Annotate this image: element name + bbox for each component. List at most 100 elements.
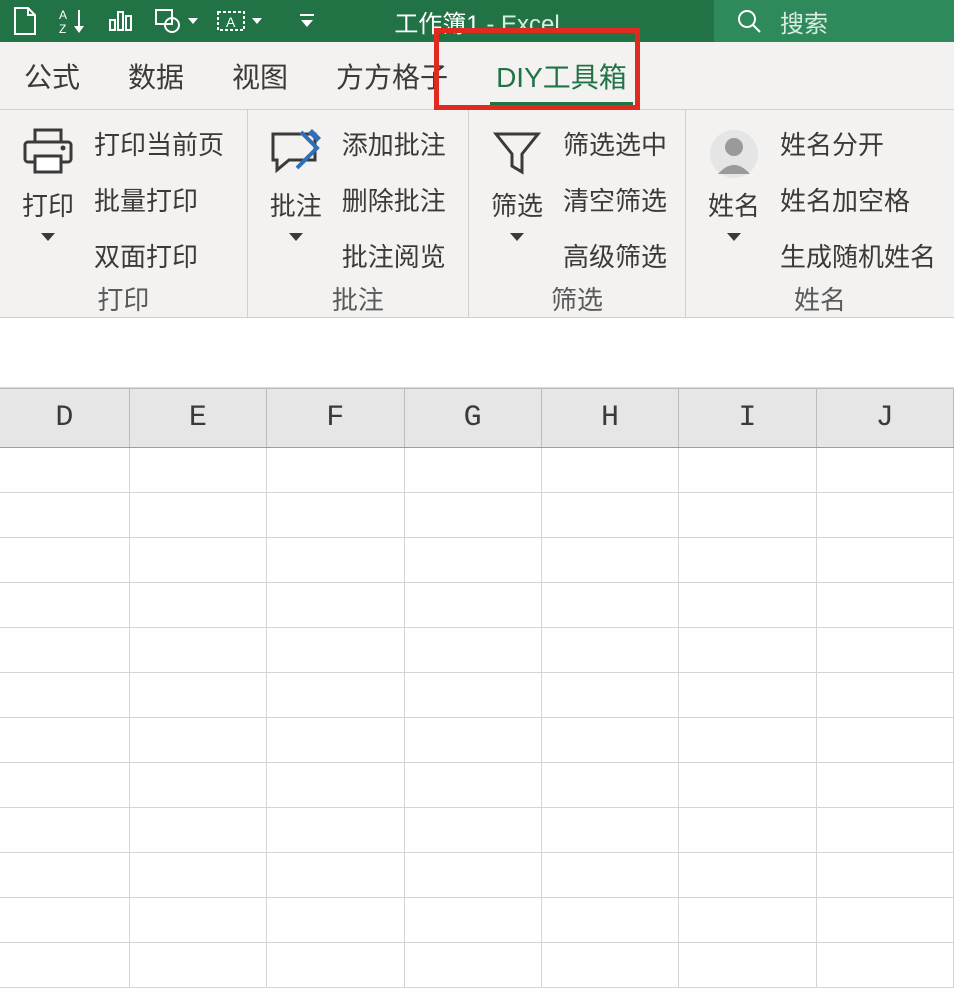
shape-dropdown[interactable] (154, 8, 198, 34)
cell[interactable] (0, 808, 130, 852)
search-input[interactable]: 搜索 (714, 0, 954, 42)
col-header-f[interactable]: F (267, 389, 404, 447)
review-comments[interactable]: 批注阅览 (342, 234, 446, 280)
cell[interactable] (817, 808, 954, 852)
cell[interactable] (0, 763, 130, 807)
cell[interactable] (679, 853, 816, 897)
cell[interactable] (542, 718, 679, 762)
cell[interactable] (679, 448, 816, 492)
cell[interactable] (267, 808, 404, 852)
cell[interactable] (542, 493, 679, 537)
cell[interactable] (542, 808, 679, 852)
name-add-space[interactable]: 姓名加空格 (780, 178, 936, 224)
cell[interactable] (817, 673, 954, 717)
cell[interactable] (542, 853, 679, 897)
tab-view[interactable]: 视图 (208, 42, 312, 109)
cell[interactable] (267, 448, 404, 492)
cell[interactable] (130, 808, 267, 852)
cell[interactable] (267, 853, 404, 897)
cell[interactable] (267, 763, 404, 807)
cell[interactable] (679, 583, 816, 627)
cell[interactable] (0, 493, 130, 537)
cell[interactable] (267, 583, 404, 627)
cell[interactable] (130, 493, 267, 537)
col-header-g[interactable]: G (405, 389, 542, 447)
cell[interactable] (817, 583, 954, 627)
customize-qat-icon[interactable] (292, 6, 322, 36)
cell[interactable] (817, 538, 954, 582)
batch-print[interactable]: 批量打印 (94, 178, 224, 224)
cell[interactable] (130, 538, 267, 582)
print-button[interactable]: 打印 (8, 120, 88, 241)
cell[interactable] (679, 763, 816, 807)
advanced-filter[interactable]: 高级筛选 (563, 234, 667, 280)
comment-button[interactable]: 批注 (256, 120, 336, 241)
cell[interactable] (0, 718, 130, 762)
cell[interactable] (130, 673, 267, 717)
cell[interactable] (267, 493, 404, 537)
cell[interactable] (405, 808, 542, 852)
cell[interactable] (542, 763, 679, 807)
cell[interactable] (679, 718, 816, 762)
generate-random-name[interactable]: 生成随机姓名 (780, 234, 936, 280)
cell[interactable] (405, 538, 542, 582)
col-header-j[interactable]: J (817, 389, 954, 447)
name-button[interactable]: 姓名 (694, 120, 774, 241)
cell[interactable] (405, 718, 542, 762)
cell[interactable] (405, 853, 542, 897)
cell[interactable] (542, 673, 679, 717)
cell[interactable] (130, 853, 267, 897)
cell[interactable] (405, 673, 542, 717)
cell[interactable] (0, 673, 130, 717)
cell[interactable] (679, 628, 816, 672)
tab-formulas[interactable]: 公式 (0, 42, 104, 109)
cell[interactable] (267, 538, 404, 582)
cell[interactable] (817, 763, 954, 807)
tab-diy-toolbox[interactable]: DIY工具箱 (472, 42, 651, 109)
print-current-page[interactable]: 打印当前页 (94, 122, 224, 168)
cell[interactable] (817, 628, 954, 672)
cell[interactable] (817, 853, 954, 897)
cell[interactable] (0, 448, 130, 492)
cell[interactable] (542, 898, 679, 942)
cell[interactable] (679, 538, 816, 582)
cell[interactable] (405, 898, 542, 942)
cell[interactable] (0, 628, 130, 672)
cell[interactable] (817, 718, 954, 762)
delete-comment[interactable]: 删除批注 (342, 178, 446, 224)
textbox-dropdown[interactable]: A (216, 8, 262, 34)
cell[interactable] (130, 898, 267, 942)
chart-icon[interactable] (106, 6, 136, 36)
split-name[interactable]: 姓名分开 (780, 122, 936, 168)
cell[interactable] (405, 628, 542, 672)
clear-filter[interactable]: 清空筛选 (563, 178, 667, 224)
col-header-d[interactable]: D (0, 389, 130, 447)
cell[interactable] (679, 808, 816, 852)
cell[interactable] (405, 583, 542, 627)
cell[interactable] (267, 898, 404, 942)
cell[interactable] (405, 493, 542, 537)
cell[interactable] (0, 853, 130, 897)
cell[interactable] (130, 628, 267, 672)
cell[interactable] (267, 718, 404, 762)
cell[interactable] (542, 628, 679, 672)
cell[interactable] (267, 628, 404, 672)
cell[interactable] (405, 763, 542, 807)
col-header-e[interactable]: E (130, 389, 267, 447)
new-file-icon[interactable] (10, 6, 40, 36)
cell[interactable] (0, 538, 130, 582)
cell[interactable] (130, 448, 267, 492)
cell[interactable] (405, 448, 542, 492)
col-header-h[interactable]: H (542, 389, 679, 447)
cell[interactable] (817, 493, 954, 537)
cell[interactable] (679, 673, 816, 717)
filter-button[interactable]: 筛选 (477, 120, 557, 241)
cell[interactable] (679, 493, 816, 537)
tab-data[interactable]: 数据 (104, 42, 208, 109)
cell[interactable] (542, 448, 679, 492)
cell[interactable] (817, 448, 954, 492)
cell[interactable] (0, 898, 130, 942)
cell[interactable] (679, 898, 816, 942)
col-header-i[interactable]: I (679, 389, 816, 447)
filter-selected[interactable]: 筛选选中 (563, 122, 667, 168)
